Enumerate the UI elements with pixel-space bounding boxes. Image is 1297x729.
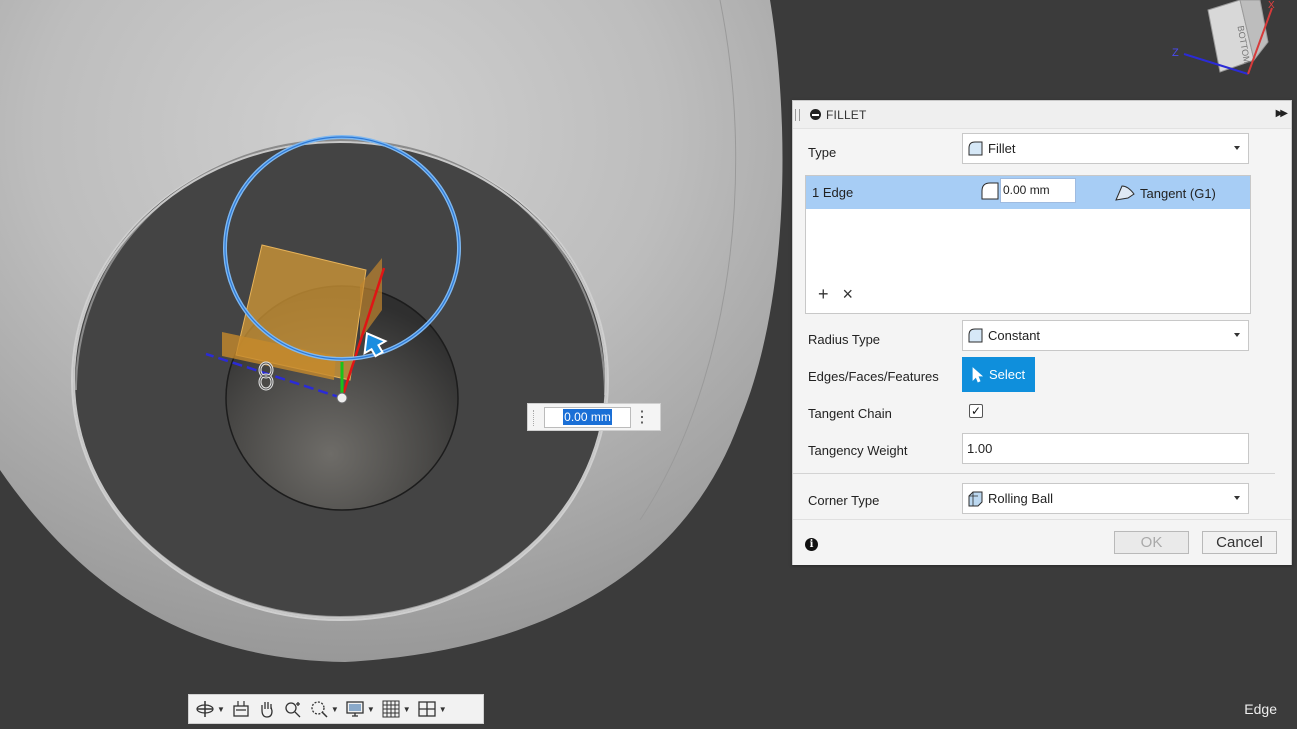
radius-type-dropdown[interactable]: Constant — [962, 320, 1249, 351]
cursor-arrow-icon — [972, 366, 984, 383]
ok-button[interactable]: OK — [1114, 531, 1189, 554]
dialog-header[interactable]: FILLET ▶▶ — [793, 101, 1291, 129]
corner-type-dropdown[interactable]: Rolling Ball — [962, 483, 1249, 514]
display-settings-icon[interactable]: ▼ — [345, 699, 375, 719]
floating-radius-input[interactable]: 0.00 mm ⋮ — [527, 403, 661, 431]
orbit-icon[interactable]: ▼ — [195, 699, 225, 719]
cancel-button[interactable]: Cancel — [1202, 531, 1277, 554]
axis-x-label: X — [1268, 0, 1275, 11]
select-button[interactable]: Select — [962, 357, 1035, 392]
edge-radius-input[interactable]: 0.00 mm — [1000, 178, 1076, 203]
radius-type-value: Constant — [988, 328, 1041, 343]
fillet-icon — [981, 182, 999, 199]
collapse-icon[interactable] — [810, 109, 821, 120]
tangency-selector[interactable]: Tangent (G1) — [1114, 184, 1216, 202]
pan-icon[interactable] — [257, 699, 277, 719]
tangent-chain-checkbox[interactable]: ✓ — [969, 404, 983, 418]
table-row[interactable]: 1 Edge 0.00 mm Tangent (G1) — [806, 176, 1250, 209]
look-at-icon[interactable] — [231, 699, 251, 719]
edge-table: 1 Edge 0.00 mm Tangent (G1) + × — [805, 175, 1251, 314]
dialog-footer: i OK Cancel — [793, 519, 1291, 565]
tangency-weight-input[interactable]: 1.00 — [962, 433, 1249, 464]
tangent-chain-row: Tangent Chain — [808, 398, 1251, 429]
chevron-down-icon — [1234, 146, 1240, 150]
rolling-ball-icon — [968, 491, 983, 507]
radius-type-label: Radius Type — [808, 332, 881, 347]
drag-handle[interactable] — [533, 410, 537, 426]
viewports-icon[interactable]: ▼ — [417, 699, 447, 719]
fillet-icon — [968, 141, 983, 156]
tangent-chain-label: Tangent Chain — [808, 406, 892, 421]
info-icon[interactable]: i — [805, 538, 818, 551]
edge-name: 1 Edge — [812, 185, 854, 200]
chevron-down-icon — [1234, 333, 1240, 337]
tangency-weight-label: Tangency Weight — [808, 443, 908, 458]
chevron-down-icon — [1234, 496, 1240, 500]
table-tools: + × — [818, 284, 853, 305]
grid-icon[interactable]: ▼ — [381, 699, 411, 719]
add-icon[interactable]: + — [818, 284, 829, 305]
navigation-toolbar: ▼ ▼ ▼ ▼ ▼ — [188, 694, 484, 724]
corner-type-value: Rolling Ball — [988, 491, 1054, 506]
edge-radius-cell: 0.00 mm — [980, 178, 1076, 203]
radius-value-text: 0.00 mm — [563, 409, 612, 425]
zoom-icon[interactable] — [283, 699, 303, 719]
corner-type-label: Corner Type — [808, 493, 880, 508]
expand-icon[interactable]: ▶▶ — [1276, 108, 1289, 119]
fillet-dialog: FILLET ▶▶ Type Fillet 1 Edge 0.00 mm Tan… — [792, 100, 1292, 565]
edges-label: Edges/Faces/Features — [808, 369, 939, 384]
divider — [793, 473, 1275, 474]
fit-icon[interactable]: ▼ — [309, 699, 339, 719]
radius-value-field[interactable]: 0.00 mm — [544, 407, 631, 428]
select-label: Select — [989, 367, 1026, 382]
type-value: Fillet — [988, 141, 1016, 156]
type-label: Type — [808, 145, 837, 160]
axis-z-label: Z — [1172, 47, 1179, 59]
dialog-title: FILLET — [826, 107, 867, 122]
viewcube[interactable]: BOTTOM Z X — [1168, 0, 1297, 80]
tangency-value: Tangent (G1) — [1140, 185, 1216, 201]
more-options-icon[interactable]: ⋮ — [634, 408, 650, 428]
tangent-g1-icon — [1115, 185, 1135, 201]
remove-icon[interactable]: × — [843, 284, 854, 305]
dialog-grip-icon[interactable] — [795, 108, 800, 121]
selection-status: Edge — [1244, 701, 1277, 717]
type-dropdown[interactable]: Fillet — [962, 133, 1249, 164]
constant-radius-icon — [968, 328, 983, 343]
